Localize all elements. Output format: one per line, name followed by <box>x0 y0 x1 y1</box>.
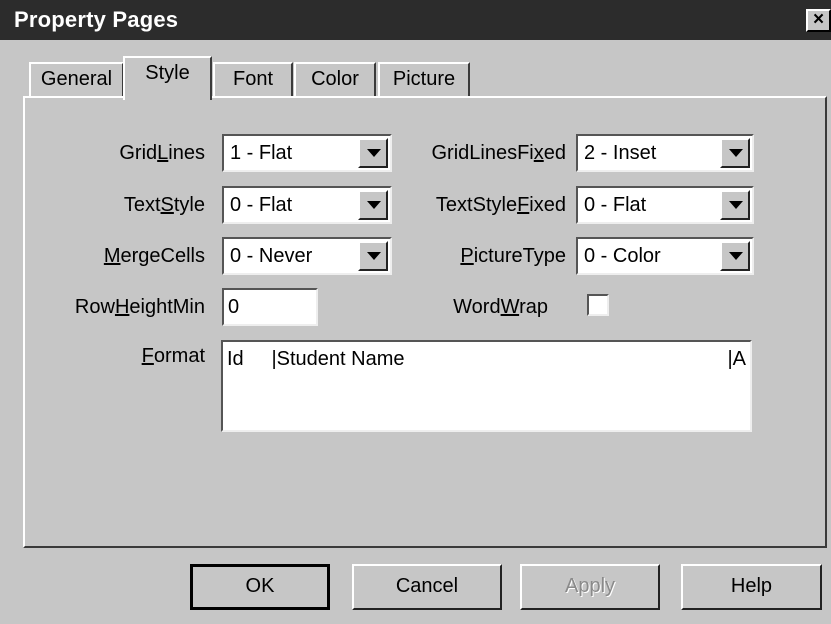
ok-button[interactable]: OK <box>190 564 330 610</box>
tab-general-label: General <box>40 68 113 90</box>
help-label: Help <box>730 575 773 597</box>
wordwrap-label: WordWrap <box>453 296 548 318</box>
tab-font-label: Font <box>232 68 274 90</box>
mergecells-value: 0 - Never <box>230 245 313 267</box>
textstyle-dropdown-button[interactable] <box>358 190 388 220</box>
rowheightmin-label: RowHeightMin <box>74 296 205 318</box>
rowheightmin-input[interactable]: 0 <box>222 288 318 326</box>
gridlines-select[interactable]: 1 - Flat <box>222 134 392 172</box>
gridlines-value: 1 - Flat <box>230 142 293 164</box>
chevron-down-icon <box>367 252 381 260</box>
textstyle-label: TextStyle <box>123 194 205 216</box>
tab-general[interactable]: General <box>29 62 124 98</box>
gridlines-fixed-dropdown-button[interactable] <box>720 138 750 168</box>
mergecells-label: MergeCells <box>103 245 205 267</box>
help-button[interactable]: Help <box>681 564 822 610</box>
tab-style-label: Style <box>145 62 190 84</box>
apply-label: Apply <box>564 575 616 597</box>
wordwrap-checkbox[interactable] <box>587 294 609 316</box>
title-bar[interactable]: Property Pages × <box>0 0 831 40</box>
rowheightmin-value: 0 <box>228 296 240 318</box>
textstyle-fixed-label: TextStyleFixed <box>435 194 566 216</box>
format-value: Id |Student Name <box>227 348 405 370</box>
picturetype-value: 0 - Color <box>584 245 661 267</box>
ok-label: OK <box>245 575 275 597</box>
mergecells-dropdown-button[interactable] <box>358 241 388 271</box>
tab-font[interactable]: Font <box>213 62 293 98</box>
tab-style[interactable]: Style <box>123 56 212 100</box>
picturetype-dropdown-button[interactable] <box>720 241 750 271</box>
textstyle-fixed-select[interactable]: 0 - Flat <box>576 186 754 224</box>
textstyle-select[interactable]: 0 - Flat <box>222 186 392 224</box>
textstyle-fixed-dropdown-button[interactable] <box>720 190 750 220</box>
cancel-label: Cancel <box>395 575 459 597</box>
mergecells-select[interactable]: 0 - Never <box>222 237 392 275</box>
gridlines-label: GridLines <box>119 142 205 164</box>
format-label: Format <box>141 345 205 367</box>
close-button[interactable]: × <box>806 9 831 32</box>
chevron-down-icon <box>367 201 381 209</box>
chevron-down-icon <box>729 149 743 157</box>
window-title: Property Pages <box>14 7 179 32</box>
gridlines-fixed-label: GridLinesFixed <box>431 142 566 164</box>
format-textbox[interactable]: Id |Student Name |A <box>221 340 752 432</box>
property-pages-dialog: Property Pages × General Style Font Colo… <box>0 0 831 624</box>
apply-button[interactable]: Apply <box>520 564 660 610</box>
tab-picture[interactable]: Picture <box>378 62 470 98</box>
gridlines-dropdown-button[interactable] <box>358 138 388 168</box>
gridlines-fixed-select[interactable]: 2 - Inset <box>576 134 754 172</box>
cancel-button[interactable]: Cancel <box>352 564 502 610</box>
tab-color[interactable]: Color <box>294 62 376 98</box>
close-icon: × <box>812 9 825 30</box>
chevron-down-icon <box>729 201 743 209</box>
chevron-down-icon <box>729 252 743 260</box>
format-value-overflow: |A <box>727 348 746 370</box>
tab-color-label: Color <box>311 68 359 90</box>
textstyle-fixed-value: 0 - Flat <box>584 194 647 216</box>
chevron-down-icon <box>367 149 381 157</box>
gridlines-fixed-value: 2 - Inset <box>584 142 657 164</box>
picturetype-label: PictureType <box>460 245 566 267</box>
textstyle-value: 0 - Flat <box>230 194 293 216</box>
picturetype-select[interactable]: 0 - Color <box>576 237 754 275</box>
tab-picture-label: Picture <box>392 68 456 90</box>
